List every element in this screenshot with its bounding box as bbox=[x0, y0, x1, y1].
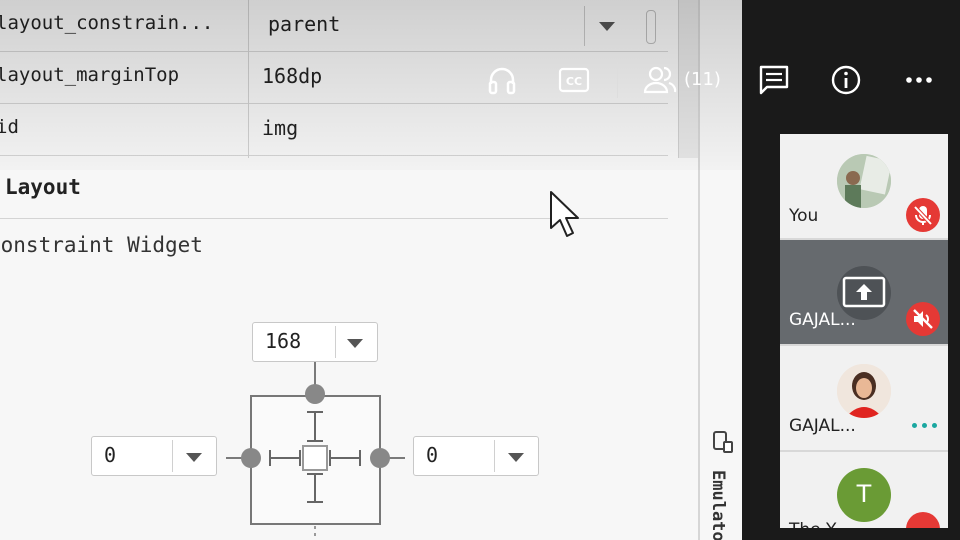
margin-right-value: 0 bbox=[426, 443, 439, 467]
participant-name: You bbox=[789, 206, 819, 226]
left-anchor[interactable] bbox=[241, 448, 261, 468]
mic-off-badge bbox=[906, 198, 940, 232]
participant-tile[interactable]: You bbox=[780, 134, 948, 240]
dropdown-separator bbox=[172, 440, 173, 472]
closed-caption-icon[interactable]: CC bbox=[558, 66, 590, 94]
volume-off-icon bbox=[913, 309, 933, 329]
svg-text:CC: CC bbox=[566, 75, 582, 88]
emulator-icon bbox=[713, 431, 733, 453]
cursor-icon bbox=[550, 191, 579, 237]
more-icon[interactable] bbox=[904, 74, 934, 86]
volume-off-badge bbox=[906, 302, 940, 336]
avatar-photo bbox=[837, 364, 891, 418]
participants-count[interactable]: (11) bbox=[684, 69, 721, 90]
participant-name: GAJAL... bbox=[789, 416, 856, 436]
participant-name: The Y... bbox=[789, 520, 849, 528]
dropdown-separator bbox=[335, 326, 336, 358]
mic-off-badge bbox=[906, 512, 940, 528]
emulator-tab[interactable]: Emulator bbox=[706, 428, 736, 540]
shared-screen: layout_constrain... parent layout_margin… bbox=[0, 0, 742, 540]
margin-right-dropdown[interactable]: 0 bbox=[413, 436, 539, 476]
chat-icon[interactable] bbox=[758, 64, 790, 96]
top-anchor[interactable] bbox=[305, 384, 325, 404]
margin-top-dropdown[interactable]: 168 bbox=[252, 322, 378, 362]
chevron-down-icon bbox=[186, 453, 202, 462]
toolbar-divider bbox=[617, 62, 618, 98]
margin-left-dropdown[interactable]: 0 bbox=[91, 436, 217, 476]
emulator-label: Emulator bbox=[708, 470, 728, 540]
dropdown-separator bbox=[494, 440, 495, 472]
avatar-initial: T bbox=[856, 480, 872, 508]
info-icon[interactable] bbox=[830, 64, 862, 96]
chevron-down-icon bbox=[508, 453, 524, 462]
participant-tile[interactable]: GAJAL... bbox=[780, 240, 948, 346]
avatar bbox=[837, 154, 891, 208]
right-anchor[interactable] bbox=[370, 448, 390, 468]
headphones-icon[interactable] bbox=[486, 64, 518, 96]
participants-panel: You GAJAL... GAJAL... T bbox=[780, 134, 948, 528]
chevron-down-icon bbox=[347, 339, 363, 348]
participant-tile[interactable]: T The Y... bbox=[780, 452, 948, 528]
people-icon[interactable] bbox=[642, 64, 678, 96]
participant-tile[interactable]: GAJAL... bbox=[780, 346, 948, 452]
margin-left-value: 0 bbox=[104, 443, 117, 467]
avatar-photo bbox=[837, 154, 891, 208]
avatar bbox=[837, 364, 891, 418]
more-options-icon[interactable] bbox=[912, 423, 942, 429]
present-screen-icon bbox=[842, 276, 886, 308]
avatar: T bbox=[837, 468, 891, 522]
participant-name: GAJAL... bbox=[789, 310, 856, 330]
margin-top-value: 168 bbox=[265, 329, 302, 353]
mic-off-icon bbox=[913, 205, 933, 226]
